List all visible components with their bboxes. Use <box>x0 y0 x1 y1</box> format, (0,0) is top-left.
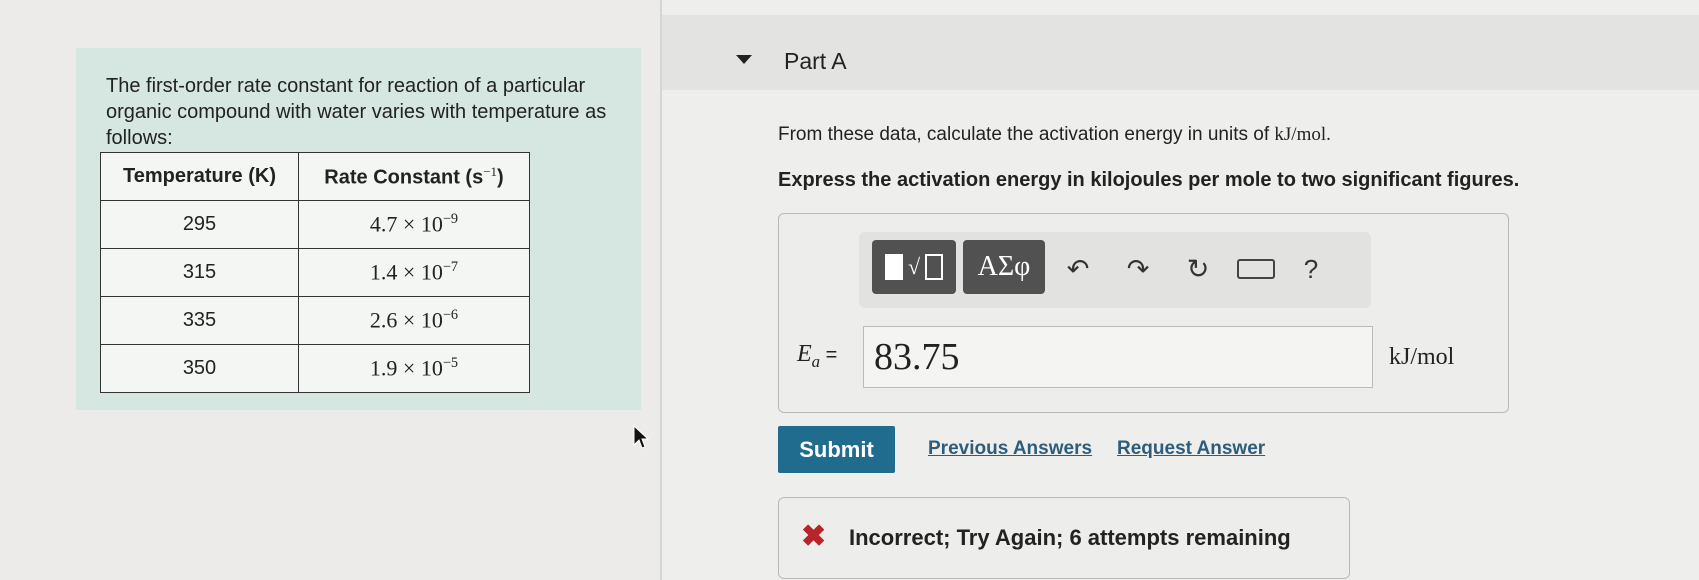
temperature-header: Temperature (K) <box>100 152 299 201</box>
templates-button[interactable]: √ <box>872 240 956 294</box>
greek-symbols-button[interactable]: ΑΣφ <box>963 240 1045 294</box>
page: The first-order rate constant for reacti… <box>0 0 1699 580</box>
rate-constant-header: Rate Constant (s−1) <box>298 152 530 201</box>
answer-input[interactable] <box>863 326 1373 388</box>
mouse-cursor-icon <box>633 425 649 449</box>
feedback-text: Incorrect; Try Again; 6 attempts remaini… <box>849 525 1291 550</box>
rate-data-table: Temperature (K) Rate Constant (s−1) 295 … <box>100 152 530 393</box>
activation-energy-label: Ea = <box>797 341 838 371</box>
undo-icon[interactable]: ↶ <box>1061 252 1095 286</box>
problem-pane: The first-order rate constant for reacti… <box>0 0 660 580</box>
redo-icon[interactable]: ↷ <box>1121 252 1155 286</box>
previous-answers-link[interactable]: Previous Answers <box>928 438 1092 460</box>
rate-constant-cell: 1.4 × 10−7 <box>298 248 530 297</box>
keyboard-icon[interactable] <box>1237 259 1275 279</box>
problem-card: The first-order rate constant for reacti… <box>76 48 641 410</box>
feedback-box: ✖ Incorrect; Try Again; 6 attempts remai… <box>778 497 1350 579</box>
temperature-cell: 350 <box>100 344 299 393</box>
question-text: From these data, calculate the activatio… <box>778 124 1331 145</box>
temperature-cell: 295 <box>100 200 299 249</box>
rate-constant-cell: 2.6 × 10−6 <box>298 296 530 345</box>
table-row: 335 2.6 × 10−6 <box>100 296 530 345</box>
rate-constant-cell: 4.7 × 10−9 <box>298 200 530 249</box>
collapse-arrow-icon[interactable] <box>736 55 752 64</box>
answer-pane: Part A From these data, calculate the ac… <box>662 0 1699 580</box>
table-row: 350 1.9 × 10−5 <box>100 344 530 393</box>
instruction-text: Express the activation energy in kilojou… <box>778 169 1520 191</box>
table-row: 315 1.4 × 10−7 <box>100 248 530 297</box>
table-header-row: Temperature (K) Rate Constant (s−1) <box>100 152 530 201</box>
help-icon[interactable]: ? <box>1294 252 1328 286</box>
math-toolbar: √ ΑΣφ ↶ ↷ ↻ ? <box>859 232 1371 308</box>
temperature-cell: 315 <box>100 248 299 297</box>
temperature-cell: 335 <box>100 296 299 345</box>
submit-button[interactable]: Submit <box>778 426 895 473</box>
templates-icon: √ <box>884 254 944 280</box>
request-answer-link[interactable]: Request Answer <box>1117 438 1265 460</box>
table-row: 295 4.7 × 10−9 <box>100 200 530 249</box>
unit-label: kJ/mol <box>1389 344 1455 370</box>
x-icon: ✖ <box>801 520 827 553</box>
part-header[interactable]: Part A <box>662 15 1699 90</box>
problem-statement: The first-order rate constant for reacti… <box>106 75 607 149</box>
rate-constant-cell: 1.9 × 10−5 <box>298 344 530 393</box>
reset-icon[interactable]: ↻ <box>1181 252 1215 286</box>
part-title: Part A <box>784 48 847 74</box>
question-unit: kJ/mol. <box>1274 124 1331 145</box>
answer-box: √ ΑΣφ ↶ ↷ ↻ ? Ea = kJ/mol <box>778 213 1509 413</box>
